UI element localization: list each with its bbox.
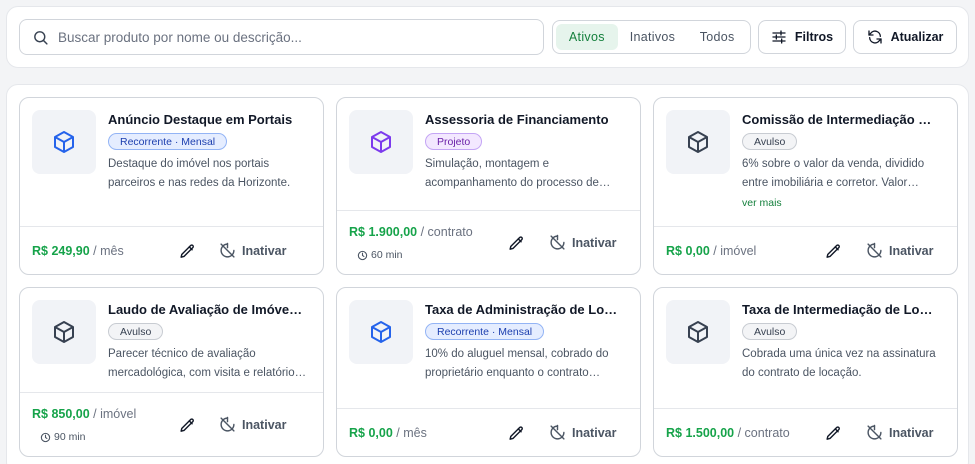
product-icon-tile xyxy=(32,300,96,364)
product-icon-tile xyxy=(349,110,413,174)
product-description: 6% sobre o valor da venda, dividido entr… xyxy=(742,158,925,189)
edit-button[interactable] xyxy=(176,414,198,436)
deactivate-button[interactable]: Inativar xyxy=(866,424,933,441)
package-icon xyxy=(688,131,708,153)
product-description: Destaque do imóvel nos portais parceiros… xyxy=(108,158,291,189)
product-card: Laudo de Avaliação de Imóvel (PTAM) Avul… xyxy=(19,287,324,457)
refresh-label: Atualizar xyxy=(890,30,944,44)
product-card: Assessoria de Financiamento Projeto Simu… xyxy=(336,97,641,275)
toolbar: Ativos Inativos Todos Filtros Atualizar xyxy=(6,6,969,68)
card-footer: R$ 1.500,00 / contrato Inativar xyxy=(654,408,957,456)
edit-button[interactable] xyxy=(505,232,527,254)
pencil-icon xyxy=(179,243,194,258)
search-input[interactable] xyxy=(58,29,518,45)
product-description: Cobrada uma única vez na assinatura do c… xyxy=(742,348,936,379)
edit-button[interactable] xyxy=(822,422,844,444)
deactivate-icon xyxy=(550,234,565,250)
deactivate-button[interactable]: Inativar xyxy=(219,242,286,259)
product-price: R$ 0,00 / imóvel xyxy=(666,244,757,258)
deactivate-icon xyxy=(220,242,235,258)
product-title: Comissão de Intermediação — Venda xyxy=(742,112,938,127)
package-icon xyxy=(54,131,74,153)
product-grid: Anúncio Destaque em Portais Recorrente ·… xyxy=(6,84,969,464)
deactivate-button[interactable]: Inativar xyxy=(866,242,933,259)
product-description: Simulação, montagem e acompanhamento do … xyxy=(425,158,599,189)
status-segmented-control: Ativos Inativos Todos xyxy=(552,20,751,54)
filters-label: Filtros xyxy=(794,30,834,44)
card-footer: R$ 249,90 / mês Inativar xyxy=(20,226,323,274)
sliders-icon xyxy=(772,30,786,44)
clock-icon xyxy=(357,250,368,260)
product-icon-tile xyxy=(32,110,96,174)
product-title: Assessoria de Financiamento xyxy=(425,112,609,127)
pencil-icon xyxy=(179,417,194,432)
segment-inativos[interactable]: Inativos xyxy=(620,24,686,50)
package-icon xyxy=(371,131,391,153)
product-icon-tile xyxy=(349,300,413,364)
product-description: Parecer técnico de avaliação mercadológi… xyxy=(108,348,295,379)
card-footer: R$ 850,00 / imóvel 90 min Inativar xyxy=(20,392,323,456)
product-icon-tile xyxy=(666,300,730,364)
edit-button[interactable] xyxy=(505,422,527,444)
search-box[interactable] xyxy=(19,19,544,55)
product-duration: 90 min xyxy=(40,431,86,443)
edit-button[interactable] xyxy=(822,240,844,262)
pencil-icon xyxy=(825,243,840,258)
segment-todos[interactable]: Todos xyxy=(687,24,747,50)
product-type-badge: Avulso xyxy=(108,323,164,340)
segment-ativos[interactable]: Ativos xyxy=(556,24,618,50)
pencil-icon xyxy=(508,425,523,440)
product-title: Anúncio Destaque em Portais xyxy=(108,112,293,127)
see-more-link[interactable]: ver mais xyxy=(742,197,782,209)
filters-button[interactable]: Filtros xyxy=(758,20,846,54)
product-card: Taxa de Intermediação de Locação Avulso … xyxy=(653,287,958,457)
package-icon xyxy=(54,321,74,343)
product-price: R$ 1.500,00 / contrato xyxy=(666,426,790,440)
product-type-badge: Projeto xyxy=(425,133,483,150)
product-title: Laudo de Avaliação de Imóvel (PTAM) xyxy=(108,302,304,317)
edit-button[interactable] xyxy=(176,240,198,262)
deactivate-icon xyxy=(867,424,882,440)
pencil-icon xyxy=(825,425,840,440)
product-card: Anúncio Destaque em Portais Recorrente ·… xyxy=(19,97,324,275)
deactivate-button[interactable]: Inativar xyxy=(219,416,286,433)
pencil-icon xyxy=(508,235,523,250)
product-card: Taxa de Administração de Locação Recorre… xyxy=(336,287,641,457)
product-duration: 60 min xyxy=(357,249,403,261)
deactivate-icon xyxy=(550,424,565,440)
search-icon xyxy=(34,30,48,45)
product-type-badge: Avulso xyxy=(742,133,798,150)
product-title: Taxa de Intermediação de Locação xyxy=(742,302,938,317)
product-price: R$ 850,00 / imóvel xyxy=(32,407,137,421)
product-description: 10% do aluguel mensal, cobrado do propri… xyxy=(425,348,609,379)
product-type-badge: Recorrente · Mensal xyxy=(425,323,545,340)
product-card: Comissão de Intermediação — Venda Avulso… xyxy=(653,97,958,275)
product-price: R$ 1.900,00 / contrato xyxy=(349,225,473,239)
product-title: Taxa de Administração de Locação xyxy=(425,302,621,317)
product-type-badge: Recorrente · Mensal xyxy=(108,133,228,150)
deactivate-icon xyxy=(867,242,882,258)
package-icon xyxy=(371,321,391,343)
product-icon-tile xyxy=(666,110,730,174)
deactivate-button[interactable]: Inativar xyxy=(549,424,616,441)
card-footer: R$ 1.900,00 / contrato 60 min Inativar xyxy=(337,210,640,274)
clock-icon xyxy=(40,432,51,442)
deactivate-button[interactable]: Inativar xyxy=(549,234,616,251)
deactivate-icon xyxy=(220,416,235,432)
product-type-badge: Avulso xyxy=(742,323,798,340)
product-price: R$ 249,90 / mês xyxy=(32,244,124,258)
refresh-icon xyxy=(867,30,882,44)
refresh-button[interactable]: Atualizar xyxy=(853,20,957,54)
card-footer: R$ 0,00 / mês Inativar xyxy=(337,408,640,456)
package-icon xyxy=(688,321,708,343)
product-price: R$ 0,00 / mês xyxy=(349,426,427,440)
card-footer: R$ 0,00 / imóvel Inativar xyxy=(654,226,957,274)
